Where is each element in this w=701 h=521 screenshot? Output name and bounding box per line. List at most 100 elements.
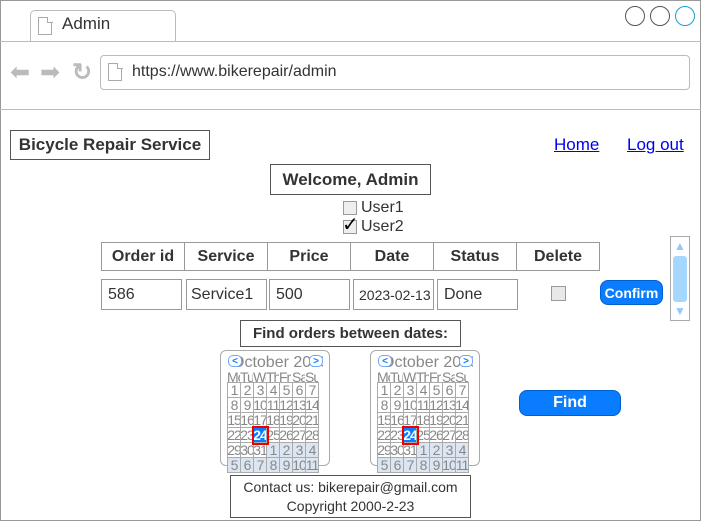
calendar-day[interactable]: 31 <box>254 443 267 458</box>
calendar-day[interactable]: 3 <box>254 383 267 398</box>
close-button[interactable] <box>675 6 695 26</box>
scrollbar-thumb[interactable] <box>673 256 687 302</box>
calendar-day[interactable]: 8 <box>378 398 391 413</box>
calendar-day[interactable]: 7 <box>404 458 417 473</box>
calendar-day[interactable]: 7 <box>254 458 267 473</box>
calendar-day[interactable]: 28 <box>306 428 319 443</box>
calendar-day[interactable]: 29 <box>228 443 241 458</box>
nav-link-logout[interactable]: Log out <box>627 135 684 155</box>
calendar-day[interactable]: 9 <box>430 458 443 473</box>
end-date-calendar[interactable]: October 2023<>MoTuWeThFrSaSu123456789101… <box>370 350 480 473</box>
order-id-field[interactable]: 586 <box>101 279 182 310</box>
reload-icon[interactable]: ↻ <box>72 61 92 85</box>
calendar-prev-icon[interactable]: < <box>228 355 242 367</box>
minimize-button[interactable] <box>625 6 645 26</box>
calendar-day[interactable]: 21 <box>456 413 469 428</box>
calendar-day[interactable]: 1 <box>417 443 430 458</box>
calendar-day[interactable]: 16 <box>241 413 254 428</box>
calendar-day[interactable]: 17 <box>404 413 417 428</box>
calendar-next-icon[interactable]: > <box>459 355 473 367</box>
calendar-day[interactable]: 14 <box>306 398 319 413</box>
calendar-day[interactable]: 3 <box>293 443 306 458</box>
calendar-day[interactable]: 6 <box>241 458 254 473</box>
service-field[interactable]: Service1 <box>186 279 267 310</box>
calendar-day[interactable]: 12 <box>280 398 293 413</box>
calendar-day[interactable]: 13 <box>443 398 456 413</box>
calendar-day[interactable]: 25 <box>417 428 430 443</box>
calendar-day[interactable]: 15 <box>228 413 241 428</box>
calendar-day[interactable]: 5 <box>430 383 443 398</box>
user-option-2[interactable]: ✓ User2 <box>342 215 404 236</box>
maximize-button[interactable] <box>650 6 670 26</box>
calendar-day[interactable]: 22 <box>228 428 241 443</box>
calendar-day[interactable]: 16 <box>391 413 404 428</box>
calendar-day[interactable]: 11 <box>417 398 430 413</box>
scroll-down-icon[interactable]: ▼ <box>674 305 686 317</box>
scroll-up-icon[interactable]: ▲ <box>674 240 686 252</box>
calendar-day[interactable]: 2 <box>391 383 404 398</box>
calendar-day[interactable]: 9 <box>280 458 293 473</box>
date-field[interactable]: 2023-02-13 <box>353 279 434 310</box>
calendar-day[interactable]: 26 <box>280 428 293 443</box>
user1-checkbox[interactable] <box>343 201 357 215</box>
calendar-day[interactable]: 27 <box>443 428 456 443</box>
calendar-day[interactable]: 24 <box>402 426 419 445</box>
calendar-day[interactable]: 7 <box>306 383 319 398</box>
calendar-day[interactable]: 10 <box>293 458 306 473</box>
calendar-day[interactable]: 17 <box>254 413 267 428</box>
calendar-day[interactable]: 5 <box>228 458 241 473</box>
calendar-day[interactable]: 10 <box>254 398 267 413</box>
calendar-day[interactable]: 11 <box>306 458 319 473</box>
calendar-day[interactable]: 20 <box>443 413 456 428</box>
calendar-day[interactable]: 7 <box>456 383 469 398</box>
start-date-calendar[interactable]: October 2023<>MoTuWeThFrSaSu123456789101… <box>220 350 330 473</box>
calendar-day[interactable]: 8 <box>417 458 430 473</box>
calendar-day[interactable]: 4 <box>267 383 280 398</box>
calendar-day[interactable]: 13 <box>293 398 306 413</box>
calendar-day[interactable]: 14 <box>456 398 469 413</box>
calendar-day[interactable]: 10 <box>443 458 456 473</box>
calendar-day[interactable]: 9 <box>391 398 404 413</box>
calendar-day[interactable]: 6 <box>443 383 456 398</box>
delete-checkbox[interactable] <box>551 286 566 301</box>
calendar-day[interactable]: 1 <box>267 443 280 458</box>
calendar-day[interactable]: 2 <box>280 443 293 458</box>
confirm-button[interactable]: Confirm <box>600 280 663 305</box>
calendar-day[interactable]: 25 <box>267 428 280 443</box>
calendar-day[interactable]: 8 <box>228 398 241 413</box>
calendar-day[interactable]: 18 <box>417 413 430 428</box>
calendar-day[interactable]: 6 <box>391 458 404 473</box>
calendar-day[interactable]: 9 <box>241 398 254 413</box>
calendar-day[interactable]: 22 <box>378 428 391 443</box>
calendar-day[interactable]: 3 <box>404 383 417 398</box>
url-text[interactable]: https://www.bikerepair/admin <box>132 63 337 81</box>
calendar-day[interactable]: 3 <box>443 443 456 458</box>
price-field[interactable]: 500 <box>269 279 350 310</box>
calendar-next-icon[interactable]: > <box>309 355 323 367</box>
calendar-day[interactable]: 2 <box>430 443 443 458</box>
calendar-day[interactable]: 5 <box>378 458 391 473</box>
calendar-day[interactable]: 26 <box>430 428 443 443</box>
calendar-day[interactable]: 23 <box>391 428 404 443</box>
calendar-day[interactable]: 5 <box>280 383 293 398</box>
calendar-day[interactable]: 11 <box>267 398 280 413</box>
calendar-day[interactable]: 4 <box>417 383 430 398</box>
calendar-day[interactable]: 31 <box>404 443 417 458</box>
calendar-day[interactable]: 30 <box>391 443 404 458</box>
calendar-day[interactable]: 19 <box>280 413 293 428</box>
calendar-day[interactable]: 2 <box>241 383 254 398</box>
calendar-prev-icon[interactable]: < <box>378 355 392 367</box>
calendar-day[interactable]: 8 <box>267 458 280 473</box>
calendar-day[interactable]: 27 <box>293 428 306 443</box>
calendar-day[interactable]: 11 <box>456 458 469 473</box>
calendar-day[interactable]: 29 <box>378 443 391 458</box>
nav-link-home[interactable]: Home <box>554 135 599 155</box>
user2-checkbox[interactable]: ✓ <box>342 215 359 235</box>
calendar-day[interactable]: 19 <box>430 413 443 428</box>
calendar-day[interactable]: 28 <box>456 428 469 443</box>
calendar-day[interactable]: 4 <box>306 443 319 458</box>
calendar-day[interactable]: 23 <box>241 428 254 443</box>
calendar-day[interactable]: 12 <box>430 398 443 413</box>
calendar-day[interactable]: 24 <box>252 426 269 445</box>
back-arrow-icon[interactable]: ⬅ <box>10 61 30 85</box>
